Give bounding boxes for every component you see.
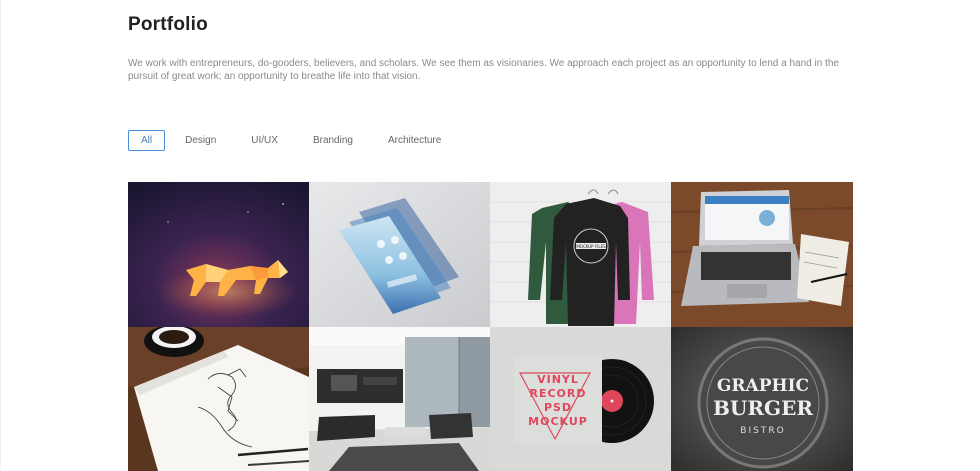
vinyl-text-line-2: RECORD bbox=[529, 387, 586, 400]
sketchbook-image bbox=[128, 327, 309, 471]
filter-design[interactable]: Design bbox=[184, 130, 217, 151]
portfolio-item-sweatshirts[interactable]: MOCKUP FILES bbox=[490, 182, 671, 327]
portfolio-filter-bar: All Design UI/UX Branding Architecture bbox=[128, 130, 442, 151]
page-edge-divider bbox=[0, 0, 1, 471]
portfolio-item-graphic-burger[interactable]: GRAPHIC BURGER BISTRO bbox=[671, 327, 853, 471]
origami-animal-image bbox=[128, 182, 309, 327]
portfolio-item-vinyl[interactable]: VINYL RECORD PSD MOCKUP bbox=[490, 327, 671, 471]
burger-text-burger: BURGER bbox=[713, 396, 813, 420]
filter-architecture[interactable]: Architecture bbox=[387, 130, 442, 151]
burger-text-bistro: BISTRO bbox=[740, 426, 785, 436]
vinyl-text-line-3: PSD bbox=[544, 401, 572, 414]
laptop-desk-image bbox=[671, 182, 853, 327]
vinyl-text-line-1: VINYL bbox=[537, 373, 579, 386]
portfolio-item-interior[interactable] bbox=[309, 327, 490, 471]
filter-branding[interactable]: Branding bbox=[312, 130, 354, 151]
portfolio-item-origami-animal[interactable] bbox=[128, 182, 309, 327]
sweatshirt-mockup-image: MOCKUP FILES bbox=[490, 182, 671, 327]
burger-text-graphic: GRAPHIC bbox=[717, 376, 809, 396]
vinyl-mockup-image: VINYL RECORD PSD MOCKUP bbox=[490, 327, 671, 471]
graphic-burger-image: GRAPHIC BURGER BISTRO bbox=[671, 327, 853, 471]
interior-image bbox=[309, 327, 490, 471]
portfolio-item-laptop[interactable] bbox=[671, 182, 853, 327]
filter-uiux[interactable]: UI/UX bbox=[250, 130, 279, 151]
phone-ui-image bbox=[309, 182, 490, 327]
portfolio-item-phone-ui[interactable] bbox=[309, 182, 490, 327]
filter-all[interactable]: All bbox=[128, 130, 166, 151]
vinyl-text-line-4: MOCKUP bbox=[528, 415, 588, 428]
page-title: Portfolio bbox=[128, 14, 208, 35]
portfolio-grid: MOCKUP FILES VINYL RECORD PSD MOCKUP GRA… bbox=[128, 182, 853, 471]
page-description: We work with entrepreneurs, do-gooders, … bbox=[128, 58, 839, 82]
portfolio-item-sketchbook[interactable] bbox=[128, 327, 309, 471]
sweatshirt-label-text: MOCKUP FILES bbox=[576, 244, 606, 249]
